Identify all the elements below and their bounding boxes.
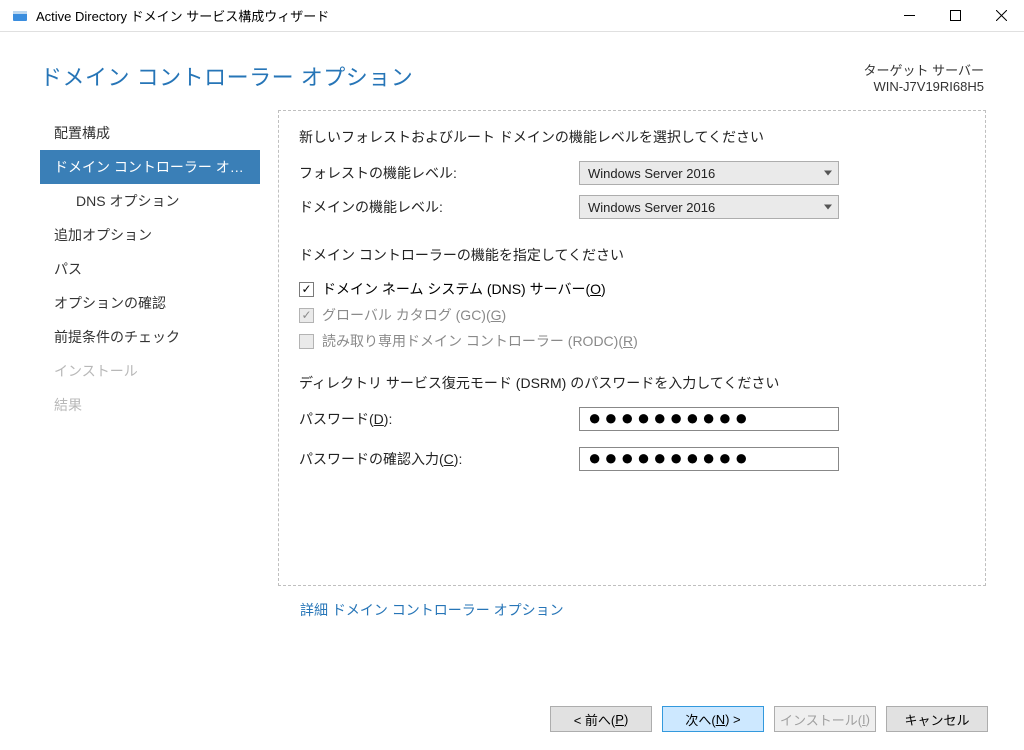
- window-title: Active Directory ドメイン サービス構成ウィザード: [36, 6, 886, 25]
- dns-checkbox[interactable]: [299, 282, 314, 297]
- rodc-checkbox-row: 読み取り専用ドメイン コントローラー (RODC)(R): [299, 331, 965, 351]
- prev-button[interactable]: < 前へ(P): [550, 706, 652, 732]
- titlebar: Active Directory ドメイン サービス構成ウィザード: [0, 0, 1024, 32]
- rodc-checkbox: [299, 334, 314, 349]
- gc-checkbox: [299, 308, 314, 323]
- sidebar-item-prereq[interactable]: 前提条件のチェック: [40, 320, 260, 354]
- password-confirm-label: パスワードの確認入力(C):: [299, 449, 579, 469]
- target-label: ターゲット サーバー: [864, 60, 984, 79]
- wizard-sidebar: 配置構成 ドメイン コントローラー オプシ... DNS オプション 追加オプシ…: [40, 110, 260, 586]
- password-label: パスワード(D):: [299, 409, 579, 429]
- sidebar-item-paths[interactable]: パス: [40, 252, 260, 286]
- domain-level-value: Windows Server 2016: [588, 200, 715, 215]
- forest-level-label: フォレストの機能レベル:: [299, 163, 579, 183]
- section-functional-level: 新しいフォレストおよびルート ドメインの機能レベルを選択してください: [299, 127, 965, 147]
- chevron-down-icon: [824, 171, 832, 176]
- sidebar-item-dc-options[interactable]: ドメイン コントローラー オプシ...: [40, 150, 260, 184]
- sidebar-item-additional[interactable]: 追加オプション: [40, 218, 260, 252]
- forest-level-select[interactable]: Windows Server 2016: [579, 161, 839, 185]
- sidebar-item-deployment[interactable]: 配置構成: [40, 116, 260, 150]
- target-value: WIN-J7V19RI68H5: [864, 79, 984, 94]
- maximize-button[interactable]: [932, 1, 978, 31]
- chevron-down-icon: [824, 205, 832, 210]
- next-button[interactable]: 次へ(N) >: [662, 706, 764, 732]
- cancel-button[interactable]: キャンセル: [886, 706, 988, 732]
- forest-level-value: Windows Server 2016: [588, 166, 715, 181]
- domain-level-label: ドメインの機能レベル:: [299, 197, 579, 217]
- sidebar-item-results: 結果: [40, 388, 260, 422]
- sidebar-item-dns-options[interactable]: DNS オプション: [40, 184, 260, 218]
- domain-level-select[interactable]: Windows Server 2016: [579, 195, 839, 219]
- section-dc-capabilities: ドメイン コントローラーの機能を指定してください: [299, 245, 965, 265]
- more-dc-options-link[interactable]: 詳細 ドメイン コントローラー オプション: [300, 602, 564, 618]
- install-button: インストール(I): [774, 706, 876, 732]
- main-panel: 新しいフォレストおよびルート ドメインの機能レベルを選択してください フォレスト…: [278, 110, 986, 586]
- password-confirm-input[interactable]: ●●●●●●●●●●: [579, 447, 839, 471]
- page-title: ドメイン コントローラー オプション: [40, 60, 413, 92]
- app-icon: [12, 8, 28, 24]
- minimize-button[interactable]: [886, 1, 932, 31]
- sidebar-item-install: インストール: [40, 354, 260, 388]
- section-dsrm: ディレクトリ サービス復元モード (DSRM) のパスワードを入力してください: [299, 373, 965, 393]
- target-server-info: ターゲット サーバー WIN-J7V19RI68H5: [864, 60, 984, 94]
- dns-checkbox-row[interactable]: ドメイン ネーム システム (DNS) サーバー(O): [299, 279, 965, 299]
- page-header: ドメイン コントローラー オプション ターゲット サーバー WIN-J7V19R…: [0, 32, 1024, 110]
- wizard-footer: < 前へ(P) 次へ(N) > インストール(I) キャンセル: [550, 706, 988, 732]
- gc-checkbox-row: グローバル カタログ (GC)(G): [299, 305, 965, 325]
- close-button[interactable]: [978, 1, 1024, 31]
- sidebar-item-review[interactable]: オプションの確認: [40, 286, 260, 320]
- password-input[interactable]: ●●●●●●●●●●: [579, 407, 839, 431]
